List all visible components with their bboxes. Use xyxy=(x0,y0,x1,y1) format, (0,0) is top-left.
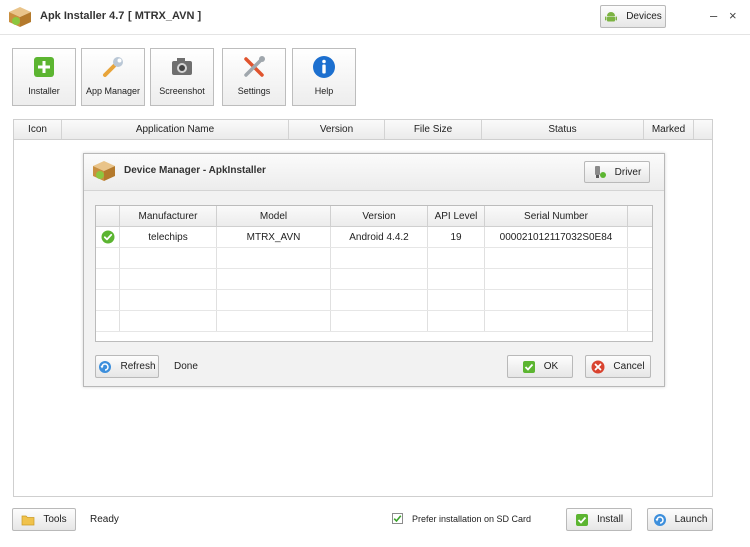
device-row[interactable]: telechips MTRX_AVN Android 4.4.2 19 0000… xyxy=(96,227,652,248)
device-manufacturer: telechips xyxy=(120,227,217,247)
device-serial: 000021012117032S0E84 xyxy=(485,227,628,247)
ok-button[interactable]: OK xyxy=(507,355,573,378)
driver-button[interactable]: Driver xyxy=(584,161,650,183)
empty-row xyxy=(96,311,652,332)
installer-button[interactable]: Installer xyxy=(12,48,76,106)
col-model[interactable]: Model xyxy=(217,206,331,226)
help-label: Help xyxy=(314,86,334,96)
col-version[interactable]: Version xyxy=(289,120,385,139)
devices-button-label: Devices xyxy=(626,11,662,22)
driver-button-label: Driver xyxy=(614,166,642,178)
devices-button[interactable]: Devices xyxy=(600,5,666,28)
col-file-size[interactable]: File Size xyxy=(385,120,482,139)
device-api-level: 19 xyxy=(428,227,485,247)
app-table-header: Icon Application Name Version File Size … xyxy=(13,119,713,140)
col-version[interactable]: Version xyxy=(331,206,428,226)
settings-label: Settings xyxy=(237,86,271,96)
col-marked[interactable]: Marked xyxy=(644,120,694,139)
usb-driver-icon xyxy=(594,166,606,178)
refresh-button[interactable]: Refresh xyxy=(95,355,159,378)
checkmark-icon xyxy=(393,515,402,523)
check-box-icon xyxy=(522,360,535,373)
cancel-label: Cancel xyxy=(613,361,645,372)
status-text: Ready xyxy=(90,514,119,525)
device-table-header: Manufacturer Model Version API Level Ser… xyxy=(96,206,652,227)
prefer-sd-checkbox[interactable] xyxy=(392,513,403,524)
package-box-icon xyxy=(9,7,31,27)
row-spacer xyxy=(628,227,652,247)
refresh-icon xyxy=(99,360,112,373)
screenshot-label: Screenshot xyxy=(159,86,205,96)
camera-icon xyxy=(172,58,192,75)
connected-device-name: [ MTRX_AVN ] xyxy=(128,10,202,22)
dialog-header: Device Manager - ApkInstaller Driver xyxy=(84,154,664,191)
col-icon[interactable]: Icon xyxy=(14,120,62,139)
col-api-level[interactable]: API Level xyxy=(428,206,485,226)
installer-label: Installer xyxy=(28,86,60,96)
launch-icon xyxy=(653,513,666,526)
android-icon xyxy=(605,11,618,21)
empty-row xyxy=(96,248,652,269)
app-manager-button[interactable]: App Manager xyxy=(81,48,145,106)
wrench-icon xyxy=(103,57,123,77)
app-title: Apk Installer 4.7 xyxy=(40,10,125,22)
col-status-icon xyxy=(96,206,120,226)
add-plus-icon xyxy=(34,57,54,77)
device-manager-dialog: Device Manager - ApkInstaller Driver Man… xyxy=(83,153,665,387)
minimize-button[interactable]: – xyxy=(710,8,717,23)
col-spacer xyxy=(628,206,652,226)
settings-button[interactable]: Settings xyxy=(222,48,286,106)
device-status-cell xyxy=(96,227,120,247)
empty-row xyxy=(96,269,652,290)
close-button[interactable]: × xyxy=(729,8,737,23)
tools-label: Tools xyxy=(43,514,67,525)
launch-button[interactable]: Launch xyxy=(647,508,713,531)
install-button[interactable]: Install xyxy=(566,508,632,531)
prefer-sd-label[interactable]: Prefer installation on SD Card xyxy=(412,514,531,524)
device-table: Manufacturer Model Version API Level Ser… xyxy=(95,205,653,342)
app-manager-label: App Manager xyxy=(85,86,141,96)
col-spacer xyxy=(694,120,712,139)
dialog-title: Device Manager - ApkInstaller xyxy=(124,165,266,176)
package-box-icon xyxy=(93,161,115,181)
title-bar: Apk Installer 4.7 [ MTRX_AVN ] Devices –… xyxy=(0,0,750,35)
empty-row xyxy=(96,290,652,311)
info-icon xyxy=(313,56,335,78)
col-status[interactable]: Status xyxy=(482,120,644,139)
dialog-status-text: Done xyxy=(174,361,198,372)
tools-button[interactable]: Tools xyxy=(12,508,76,531)
check-circle-icon xyxy=(101,230,114,244)
device-version: Android 4.4.2 xyxy=(331,227,428,247)
cancel-x-icon xyxy=(591,360,605,373)
col-application-name[interactable]: Application Name xyxy=(62,120,289,139)
install-label: Install xyxy=(596,514,624,525)
ok-label: OK xyxy=(543,361,559,372)
help-button[interactable]: Help xyxy=(292,48,356,106)
cancel-button[interactable]: Cancel xyxy=(585,355,651,378)
col-serial-number[interactable]: Serial Number xyxy=(485,206,628,226)
device-model: MTRX_AVN xyxy=(217,227,331,247)
folder-icon xyxy=(21,515,35,525)
check-box-icon xyxy=(575,513,588,526)
launch-label: Launch xyxy=(674,514,708,525)
refresh-label: Refresh xyxy=(120,361,156,372)
col-manufacturer[interactable]: Manufacturer xyxy=(120,206,217,226)
tools-cross-icon xyxy=(244,56,265,77)
screenshot-button[interactable]: Screenshot xyxy=(150,48,214,106)
